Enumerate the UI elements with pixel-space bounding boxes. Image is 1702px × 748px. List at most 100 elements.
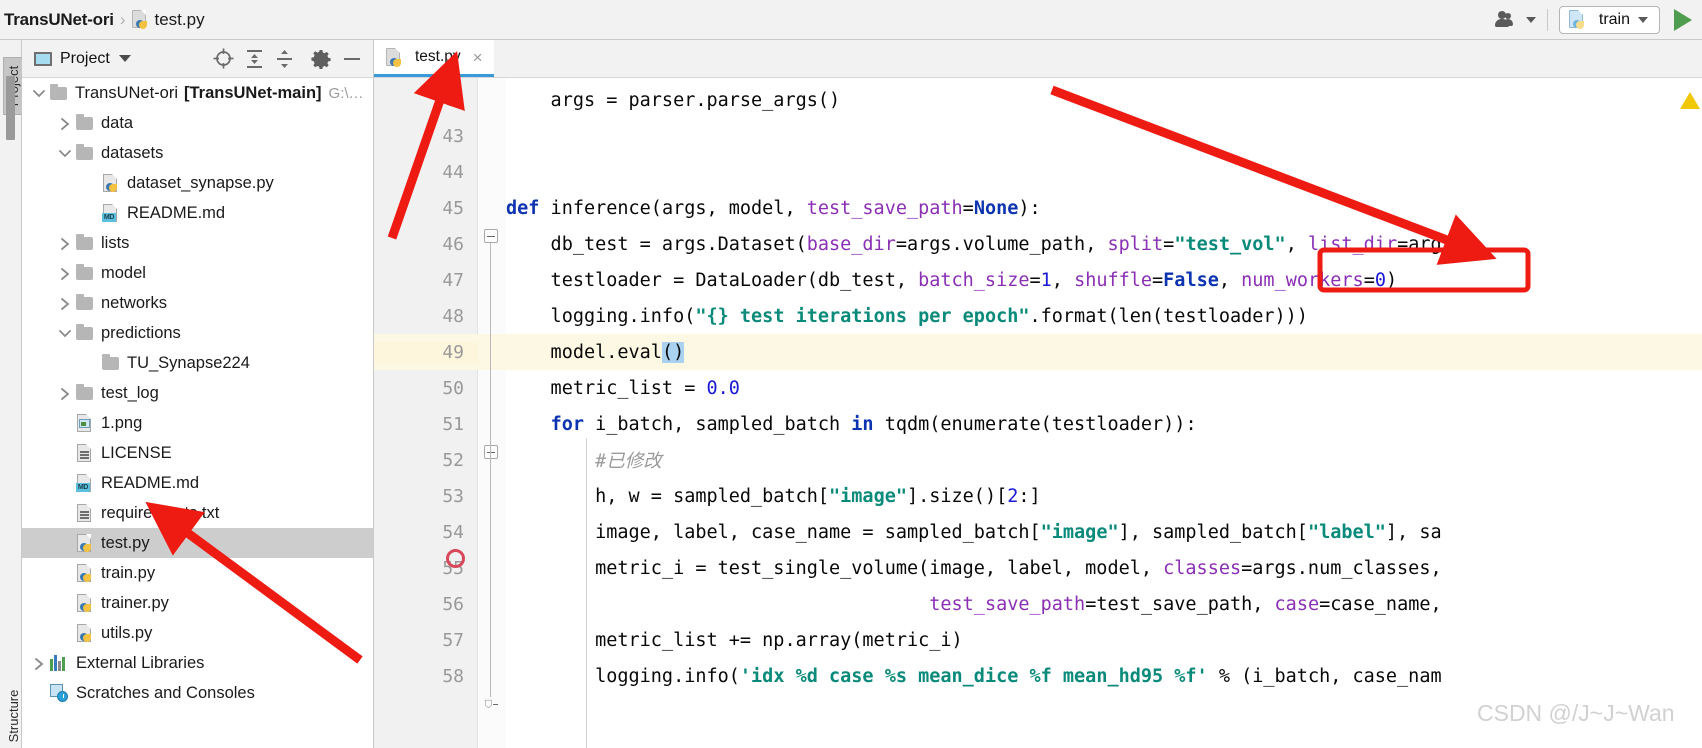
tree-item-transunet-ori[interactable]: TransUNet-ori [TransUNet-main] G:\…: [22, 78, 373, 108]
fold-marker-for[interactable]: [484, 445, 498, 459]
code-line-54[interactable]: 54 image, label, case_name = sampled_bat…: [374, 514, 1702, 550]
tree-item-label: predictions: [101, 323, 181, 342]
expand-all-icon[interactable]: [245, 49, 264, 69]
breakpoint-marker[interactable]: [446, 549, 465, 568]
chevron-down-icon[interactable]: [54, 325, 76, 342]
tree-item-data[interactable]: data: [22, 108, 373, 138]
code-line-53[interactable]: 53 h, w = sampled_batch["image"].size()[…: [374, 478, 1702, 514]
line-number: 42: [442, 89, 464, 111]
folder-icon: [102, 353, 119, 370]
tree-item-label: 1.png: [101, 413, 143, 432]
editor-area: test.py × 42 args = parser.parse_args() 4…: [374, 40, 1702, 748]
chevron-right-icon[interactable]: [54, 295, 76, 312]
csdn-watermark: CSDN @/J~J~Wan: [1477, 700, 1675, 726]
code-line-44[interactable]: 44: [374, 154, 1702, 190]
line-number: 48: [442, 305, 464, 327]
code-line-49[interactable]: 49 model.eval(): [374, 334, 1702, 370]
fold-marker-end[interactable]: [484, 697, 498, 711]
libraries-icon: [50, 655, 68, 671]
tree-item-license[interactable]: LICENSE: [22, 438, 373, 468]
warning-triangle-icon[interactable]: [1680, 92, 1700, 109]
run-configuration-selector[interactable]: train: [1558, 5, 1660, 34]
text-file-icon: [76, 443, 93, 463]
close-icon[interactable]: ×: [473, 49, 483, 66]
code-line-52[interactable]: 52 #已修改: [374, 442, 1702, 478]
editor-tab-label: test.py: [415, 48, 461, 65]
code-text: logging.info("{} test iterations per epo…: [506, 305, 1308, 327]
tree-item-requirements-txt[interactable]: requirements.txt: [22, 498, 373, 528]
tree-item-test-log[interactable]: test_log: [22, 378, 373, 408]
line-number: 54: [442, 521, 464, 543]
chevron-right-icon[interactable]: [28, 655, 50, 672]
chevron-down-icon[interactable]: [54, 145, 76, 162]
tree-item-utils-py[interactable]: utils.py: [22, 618, 373, 648]
chevron-right-icon[interactable]: [54, 265, 76, 282]
settings-gear-icon[interactable]: [311, 49, 331, 69]
tree-item-1-png[interactable]: 1.png: [22, 408, 373, 438]
editor-tab-strip: test.py ×: [374, 40, 1702, 78]
python-file-icon: [132, 10, 149, 29]
tree-item-model[interactable]: model: [22, 258, 373, 288]
locate-target-icon[interactable]: [213, 48, 234, 69]
project-tree[interactable]: TransUNet-ori [TransUNet-main] G:\… data dat…: [22, 78, 373, 748]
tree-item-readme-md[interactable]: MD README.md: [22, 198, 373, 228]
tree-item-trainer-py[interactable]: trainer.py: [22, 588, 373, 618]
tree-item-datasets[interactable]: datasets: [22, 138, 373, 168]
tree-item-lists[interactable]: lists: [22, 228, 373, 258]
tree-item-train-py[interactable]: train.py: [22, 558, 373, 588]
code-line-56[interactable]: 56 test_save_path=test_save_path, case=c…: [374, 586, 1702, 622]
code-line-55[interactable]: 55 metric_i = test_single_volume(image, …: [374, 550, 1702, 586]
code-line-46[interactable]: 46 db_test = args.Dataset(base_dir=args.…: [374, 226, 1702, 262]
editor-tab-test-py[interactable]: test.py ×: [374, 40, 494, 77]
code-line-43[interactable]: 43: [374, 118, 1702, 154]
chevron-down-icon[interactable]: [28, 85, 50, 102]
code-text: metric_list = 0.0: [506, 377, 740, 399]
chevron-down-icon[interactable]: [1638, 16, 1648, 23]
folder-icon: [76, 293, 93, 310]
indent-guide: [586, 583, 587, 673]
markdown-file-icon: MD: [76, 473, 93, 493]
code-line-50[interactable]: 50 metric_list = 0.0: [374, 370, 1702, 406]
tool-tab-structure[interactable]: Structure: [3, 679, 23, 748]
tree-item-label: test.py: [101, 533, 150, 552]
people-icon[interactable]: [1494, 10, 1524, 30]
folder-icon: [76, 143, 93, 160]
tree-item-predictions[interactable]: predictions: [22, 318, 373, 348]
code-lines[interactable]: 42 args = parser.parse_args() 43 44 45 def i…: [374, 78, 1702, 748]
tree-item-label: External Libraries: [76, 653, 205, 672]
tree-item-dataset-synapse-py[interactable]: dataset_synapse.py: [22, 168, 373, 198]
code-line-42[interactable]: 42 args = parser.parse_args(): [374, 82, 1702, 118]
code-line-45[interactable]: 45 def inference(args, model, test_save_p…: [374, 190, 1702, 226]
tree-item-tu-synapse224[interactable]: TU_Synapse224: [22, 348, 373, 378]
text-file-icon: [76, 503, 93, 523]
breadcrumb-file[interactable]: test.py: [154, 10, 204, 30]
tree-item-external-libraries[interactable]: External Libraries: [22, 648, 373, 678]
tree-item-label: networks: [101, 293, 168, 312]
code-line-48[interactable]: 48 logging.info("{} test iterations per …: [374, 298, 1702, 334]
code-line-47[interactable]: 47 testloader = DataLoader(db_test, batc…: [374, 262, 1702, 298]
chevron-right-icon[interactable]: [54, 235, 76, 252]
chevron-down-icon[interactable]: [118, 55, 131, 62]
chevron-right-icon[interactable]: [54, 115, 76, 132]
tree-item-test-py[interactable]: test.py: [22, 528, 373, 558]
tree-item-readme-md[interactable]: MD README.md: [22, 468, 373, 498]
hide-minimize-icon[interactable]: [342, 49, 362, 69]
chevron-down-icon[interactable]: [1525, 16, 1536, 23]
tree-item-networks[interactable]: networks: [22, 288, 373, 318]
code-line-57[interactable]: 57 metric_list += np.array(metric_i): [374, 622, 1702, 658]
code-line-58[interactable]: 58 logging.info('idx %d case %s mean_dic…: [374, 658, 1702, 694]
tree-item-label: TransUNet-ori: [75, 83, 178, 102]
panel-scrollbar-thumb[interactable]: [6, 76, 15, 140]
run-play-icon[interactable]: [1674, 8, 1692, 31]
code-viewport[interactable]: 42 args = parser.parse_args() 43 44 45 def i…: [374, 78, 1702, 748]
tree-item-scratches-and-consoles[interactable]: Scratches and Consoles: [22, 678, 373, 708]
code-text: model.eval(): [506, 341, 685, 363]
project-panel-title: Project: [60, 49, 110, 67]
breadcrumb-project[interactable]: TransUNet-ori: [4, 10, 114, 30]
collapse-all-icon[interactable]: [275, 49, 294, 69]
tree-item-label: datasets: [101, 143, 164, 162]
chevron-right-icon[interactable]: [54, 385, 76, 402]
fold-marker-def[interactable]: [484, 229, 498, 243]
code-line-51[interactable]: 51 for i_batch, sampled_batch in tqdm(en…: [374, 406, 1702, 442]
code-text: test_save_path=test_save_path, case=case…: [929, 593, 1442, 615]
